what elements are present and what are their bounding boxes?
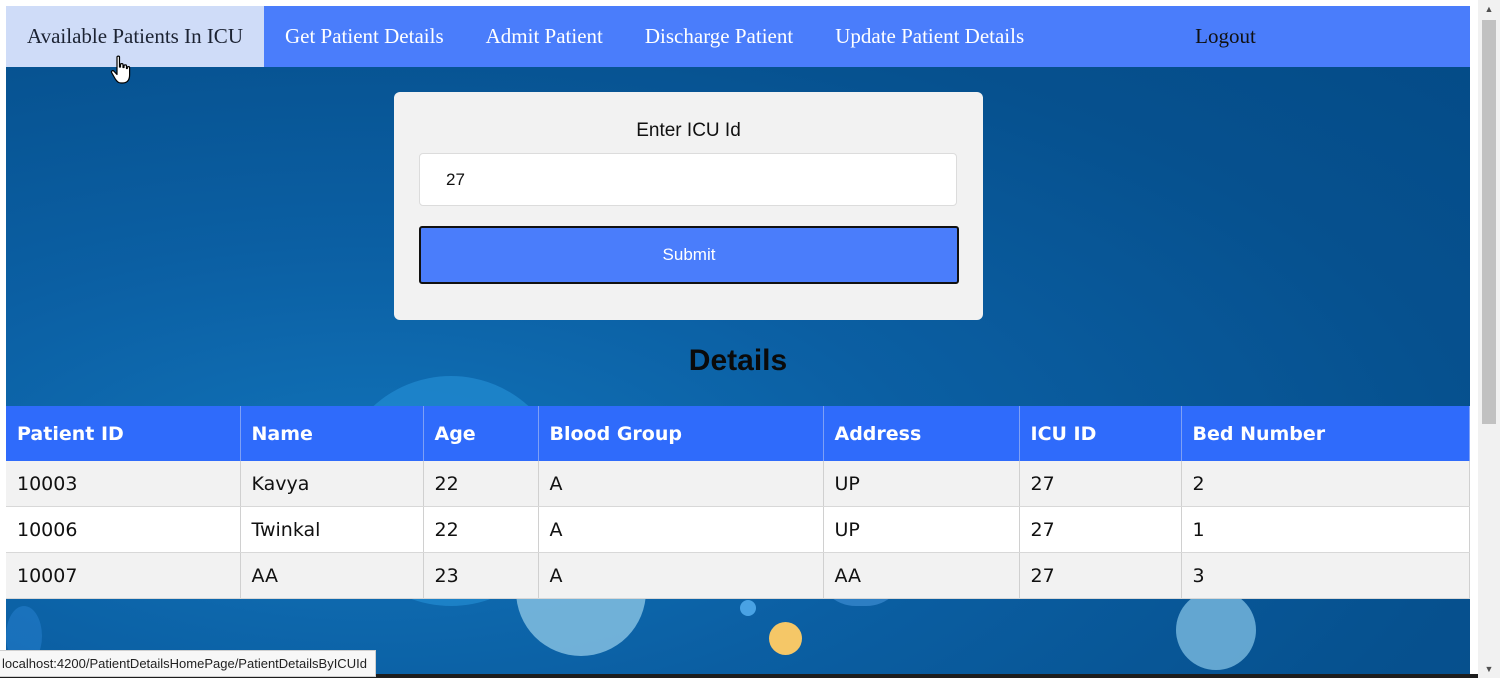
table-cell: A: [538, 552, 824, 599]
table-row: 10007 AA 23 A AA 27 3: [6, 552, 1470, 599]
column-header: Bed Number: [1181, 406, 1470, 461]
table-cell: AA: [240, 552, 424, 599]
table-cell: 3: [1181, 552, 1470, 599]
column-header: Age: [423, 406, 539, 461]
column-header: Blood Group: [538, 406, 824, 461]
icu-id-input[interactable]: [419, 153, 957, 206]
table-cell: Kavya: [240, 461, 424, 507]
logout-link[interactable]: Logout: [1174, 6, 1277, 67]
table-cell: A: [538, 461, 824, 507]
column-header: ICU ID: [1019, 406, 1182, 461]
column-header: Address: [823, 406, 1020, 461]
table-cell: AA: [823, 552, 1020, 599]
nav-discharge-patient[interactable]: Discharge Patient: [624, 6, 814, 67]
hand-pointer-icon: [110, 55, 131, 84]
triangle-down-icon[interactable]: ▼: [1478, 660, 1500, 678]
table-cell: 27: [1019, 461, 1182, 507]
table-cell: 23: [423, 552, 539, 599]
patient-details-table-container: Patient ID Name Age Blood Group Address …: [6, 406, 1470, 599]
table-cell: 22: [423, 461, 539, 507]
nav-available-patients-in-icu[interactable]: Available Patients In ICU: [6, 6, 264, 67]
table-cell: 1: [1181, 506, 1470, 553]
nav-update-patient-details[interactable]: Update Patient Details: [814, 6, 1045, 67]
icu-search-form: Enter ICU Id Submit: [394, 92, 983, 320]
table-cell: 27: [1019, 552, 1182, 599]
table-cell: 10006: [6, 506, 241, 553]
table-cell: 2: [1181, 461, 1470, 507]
background-bubble: [740, 600, 756, 616]
table-row: 10003 Kavya 22 A UP 27 2: [6, 461, 1470, 507]
submit-button[interactable]: Submit: [419, 226, 959, 284]
status-bar-url: localhost:4200/PatientDetailsHomePage/Pa…: [0, 650, 376, 677]
nav-get-patient-details[interactable]: Get Patient Details: [264, 6, 465, 67]
table-cell: A: [538, 506, 824, 553]
page-viewport: Available Patients In ICU Get Patient De…: [6, 6, 1470, 678]
icu-id-label: Enter ICU Id: [636, 120, 741, 141]
vertical-scrollbar[interactable]: ▲ ▼: [1478, 0, 1500, 678]
column-header: Name: [240, 406, 424, 461]
triangle-up-icon[interactable]: ▲: [1478, 0, 1500, 18]
table-cell: 10003: [6, 461, 241, 507]
patient-details-table: Patient ID Name Age Blood Group Address …: [6, 406, 1470, 599]
column-header: Patient ID: [6, 406, 241, 461]
table-cell: 22: [423, 506, 539, 553]
table-cell: UP: [823, 461, 1020, 507]
background-bubble: [769, 622, 802, 655]
table-cell: UP: [823, 506, 1020, 553]
table-cell: Twinkal: [240, 506, 424, 553]
details-heading: Details: [688, 344, 788, 377]
table-row: 10006 Twinkal 22 A UP 27 1: [6, 506, 1470, 553]
background-bubble: [1176, 590, 1256, 670]
top-navbar: Available Patients In ICU Get Patient De…: [6, 6, 1470, 67]
table-header-row: Patient ID Name Age Blood Group Address …: [6, 406, 1470, 461]
table-cell: 10007: [6, 552, 241, 599]
table-cell: 27: [1019, 506, 1182, 553]
nav-admit-patient[interactable]: Admit Patient: [465, 6, 624, 67]
scrollbar-thumb[interactable]: [1482, 20, 1496, 424]
